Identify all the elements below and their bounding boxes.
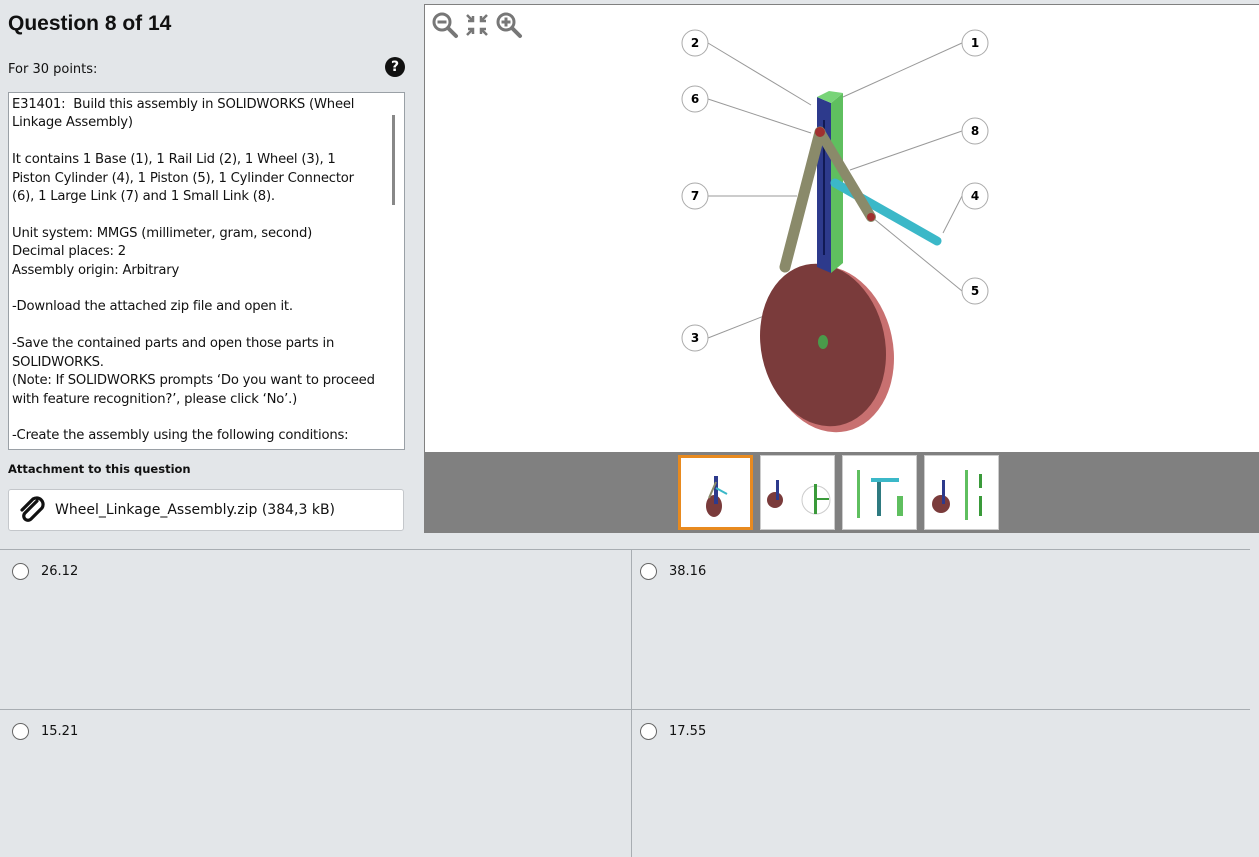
callout-5: 5 <box>971 284 979 298</box>
answer-option-2[interactable]: 38.16 <box>640 563 706 580</box>
callout-8: 8 <box>971 124 979 138</box>
answer-grid: 26.12 38.16 15.21 17.55 <box>0 549 1259 857</box>
thumbnail-4[interactable] <box>924 455 999 530</box>
answer-label: 15.21 <box>41 724 79 739</box>
attachment-label: Attachment to this question <box>8 462 191 476</box>
callout-6: 6 <box>691 92 699 106</box>
attachment-filename: Wheel_Linkage_Assembly.zip (384,3 kB) <box>55 502 336 518</box>
answer-label: 38.16 <box>669 564 707 579</box>
paperclip-icon <box>20 496 45 522</box>
question-description-box[interactable]: E31401: Build this assembly in SOLIDWORK… <box>8 92 405 450</box>
image-viewer: 1 2 3 4 5 6 7 8 <box>424 4 1259 533</box>
thumbnail-3[interactable] <box>842 455 917 530</box>
question-title: Question 8 of 14 <box>8 12 172 35</box>
thumbnail-strip <box>678 455 999 530</box>
question-description: E31401: Build this assembly in SOLIDWORK… <box>12 97 375 444</box>
attachment-link[interactable]: Wheel_Linkage_Assembly.zip (384,3 kB) <box>8 489 404 531</box>
points-label: For 30 points: <box>8 62 98 77</box>
callout-1: 1 <box>971 36 979 50</box>
assembly-drawing: 1 2 3 4 5 6 7 8 <box>681 29 989 433</box>
callout-4: 4 <box>971 189 979 203</box>
answer-radio[interactable] <box>12 563 29 580</box>
answer-option-4[interactable]: 17.55 <box>640 723 706 740</box>
answer-label: 17.55 <box>669 724 707 739</box>
answer-label: 26.12 <box>41 564 79 579</box>
thumbnail-2[interactable] <box>760 455 835 530</box>
callout-2: 2 <box>691 36 699 50</box>
description-scrollbar[interactable] <box>392 115 395 205</box>
answer-option-3[interactable]: 15.21 <box>12 723 78 740</box>
thumbnail-1[interactable] <box>678 455 753 530</box>
callout-3: 3 <box>691 331 699 345</box>
help-icon[interactable]: ? <box>385 57 405 77</box>
assembly-image: 1 2 3 4 5 6 7 8 <box>425 5 1259 452</box>
answer-radio[interactable] <box>640 723 657 740</box>
answer-radio[interactable] <box>640 563 657 580</box>
answer-option-1[interactable]: 26.12 <box>12 563 78 580</box>
answer-radio[interactable] <box>12 723 29 740</box>
callout-7: 7 <box>691 189 699 203</box>
